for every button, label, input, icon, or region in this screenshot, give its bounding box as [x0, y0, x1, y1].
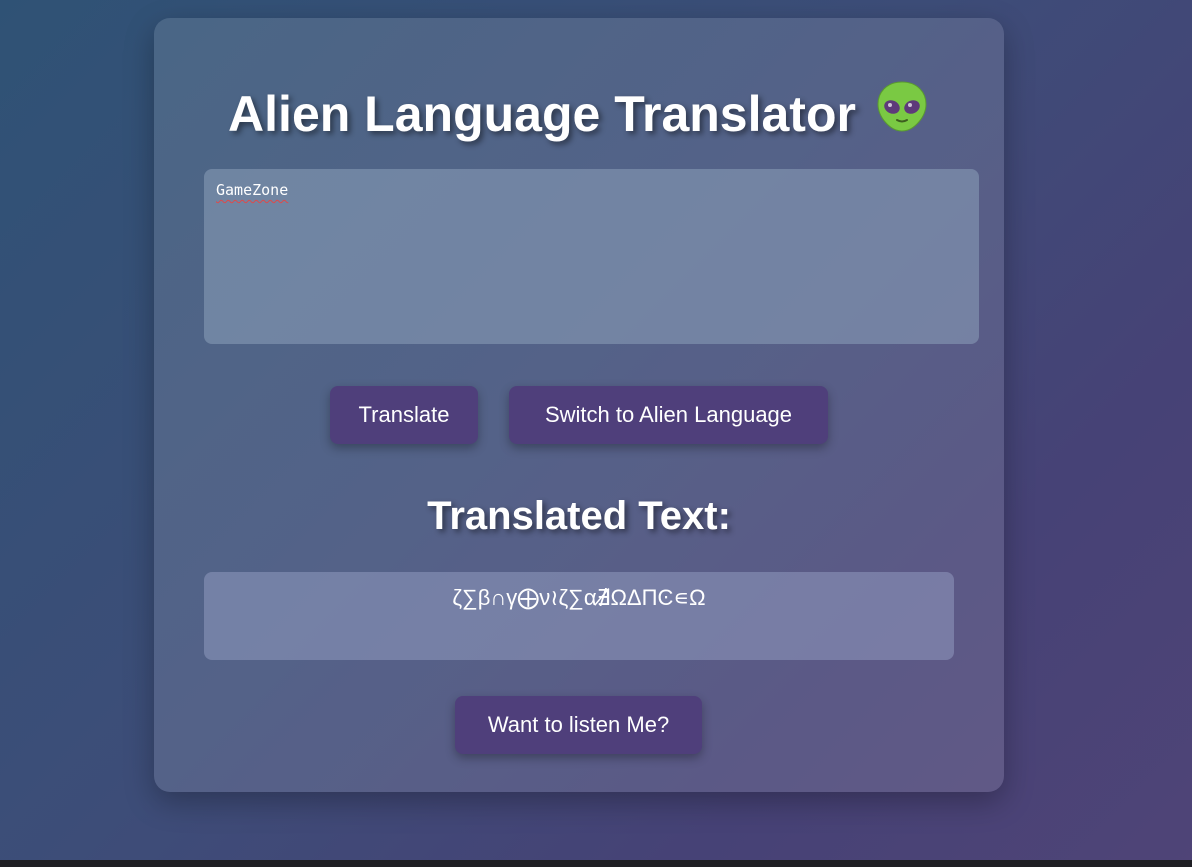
translated-output-text: ζ∑β∩γ⨁ν≀ζ∑α∄̸ΩΔΠϾ∊Ω [452, 585, 706, 610]
alien-emoji-icon [874, 79, 930, 148]
switch-language-button[interactable]: Switch to Alien Language [509, 386, 828, 444]
translator-card: Alien Language Translator GameZone Trans… [154, 18, 1004, 792]
page-title-text: Alien Language Translator [228, 86, 856, 142]
taskbar-edge [0, 860, 1192, 867]
input-text-field[interactable]: GameZone [204, 169, 979, 344]
page-title: Alien Language Translator [154, 81, 1004, 148]
translated-text-heading: Translated Text: [427, 494, 731, 538]
translate-button[interactable]: Translate [330, 386, 478, 444]
listen-button[interactable]: Want to listen Me? [455, 696, 702, 754]
translated-output-box: ζ∑β∩γ⨁ν≀ζ∑α∄̸ΩΔΠϾ∊Ω [204, 572, 954, 660]
